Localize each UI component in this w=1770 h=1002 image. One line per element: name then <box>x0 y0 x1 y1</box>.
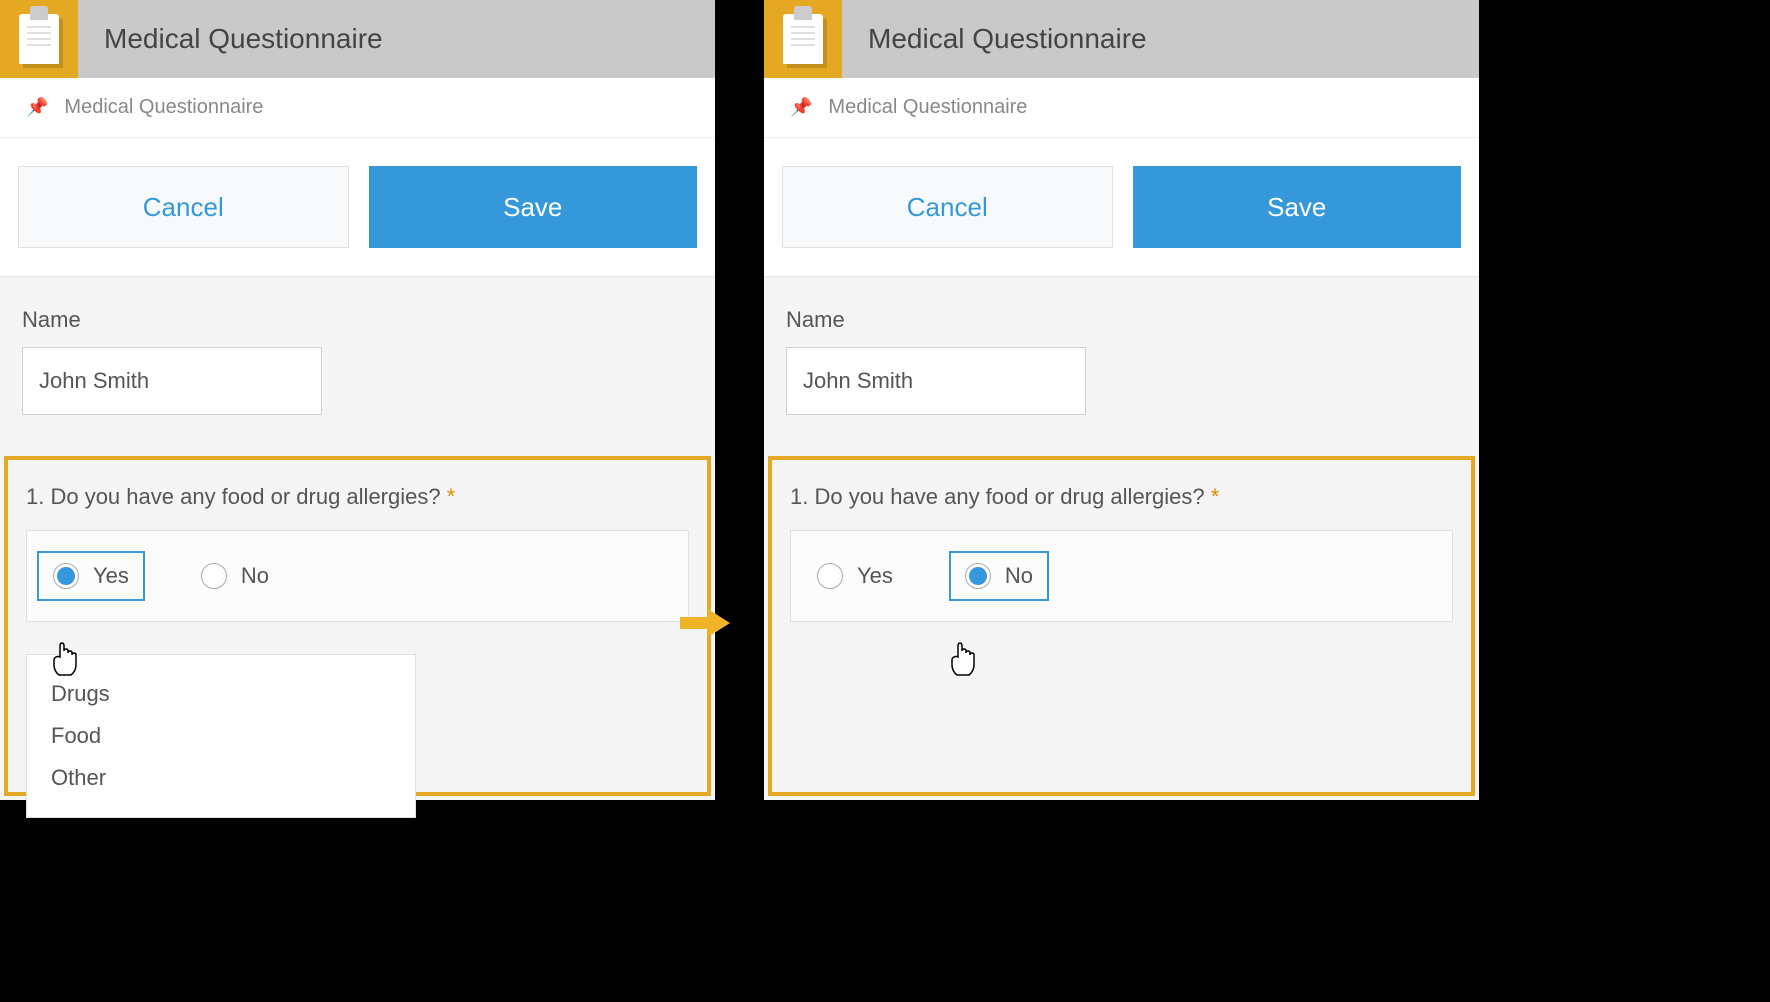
cancel-button[interactable]: Cancel <box>782 166 1113 248</box>
radio-yes[interactable]: Yes <box>37 551 145 601</box>
action-bar: Cancel Save <box>764 138 1479 277</box>
header-bar: Medical Questionnaire <box>764 0 1479 78</box>
radio-group: Yes No <box>790 530 1453 622</box>
form-panel-state-yes: Medical Questionnaire 📌 Medical Question… <box>0 0 715 800</box>
question-text: 1. Do you have any food or drug allergie… <box>26 484 689 510</box>
question-block: 1. Do you have any food or drug allergie… <box>768 456 1475 796</box>
page-title: Medical Questionnaire <box>868 23 1147 55</box>
transition-arrow-icon <box>689 608 749 638</box>
question-label: 1. Do you have any food or drug allergie… <box>26 484 447 509</box>
breadcrumb-text: Medical Questionnaire <box>828 96 1027 119</box>
cancel-button[interactable]: Cancel <box>18 166 349 248</box>
name-input[interactable] <box>786 347 1086 415</box>
list-item[interactable]: Food <box>51 715 391 757</box>
form-area: Name <box>764 277 1479 415</box>
radio-no[interactable]: No <box>185 551 285 601</box>
list-item[interactable]: Drugs <box>51 673 391 715</box>
radio-no-label: No <box>241 563 269 589</box>
clipboard-icon <box>783 14 823 64</box>
clipboard-icon <box>19 14 59 64</box>
name-label: Name <box>22 307 693 333</box>
form-panel-state-no: Medical Questionnaire 📌 Medical Question… <box>764 0 1479 800</box>
radio-circle-icon <box>817 563 843 589</box>
app-icon <box>0 0 78 78</box>
pin-icon: 📌 <box>26 97 48 118</box>
breadcrumb: 📌 Medical Questionnaire <box>764 78 1479 138</box>
page-title: Medical Questionnaire <box>104 23 383 55</box>
radio-group: Yes No <box>26 530 689 622</box>
radio-circle-icon <box>965 563 991 589</box>
pin-icon: 📌 <box>790 97 812 118</box>
breadcrumb-text: Medical Questionnaire <box>64 96 263 119</box>
cursor-hand-icon <box>947 641 979 679</box>
breadcrumb: 📌 Medical Questionnaire <box>0 78 715 138</box>
question-label: 1. Do you have any food or drug allergie… <box>790 484 1211 509</box>
radio-no-label: No <box>1005 563 1033 589</box>
radio-circle-icon <box>53 563 79 589</box>
radio-yes-label: Yes <box>93 563 129 589</box>
followup-list: Drugs Food Other <box>26 654 416 818</box>
save-button[interactable]: Save <box>369 166 698 248</box>
save-button[interactable]: Save <box>1133 166 1462 248</box>
header-bar: Medical Questionnaire <box>0 0 715 78</box>
required-marker: * <box>447 484 456 509</box>
list-item[interactable]: Other <box>51 757 391 799</box>
name-input[interactable] <box>22 347 322 415</box>
question-block: 1. Do you have any food or drug allergie… <box>4 456 711 796</box>
app-icon <box>764 0 842 78</box>
required-marker: * <box>1211 484 1220 509</box>
question-text: 1. Do you have any food or drug allergie… <box>790 484 1453 510</box>
radio-yes[interactable]: Yes <box>801 551 909 601</box>
radio-circle-icon <box>201 563 227 589</box>
name-label: Name <box>786 307 1457 333</box>
radio-yes-label: Yes <box>857 563 893 589</box>
form-area: Name <box>0 277 715 415</box>
action-bar: Cancel Save <box>0 138 715 277</box>
radio-no[interactable]: No <box>949 551 1049 601</box>
